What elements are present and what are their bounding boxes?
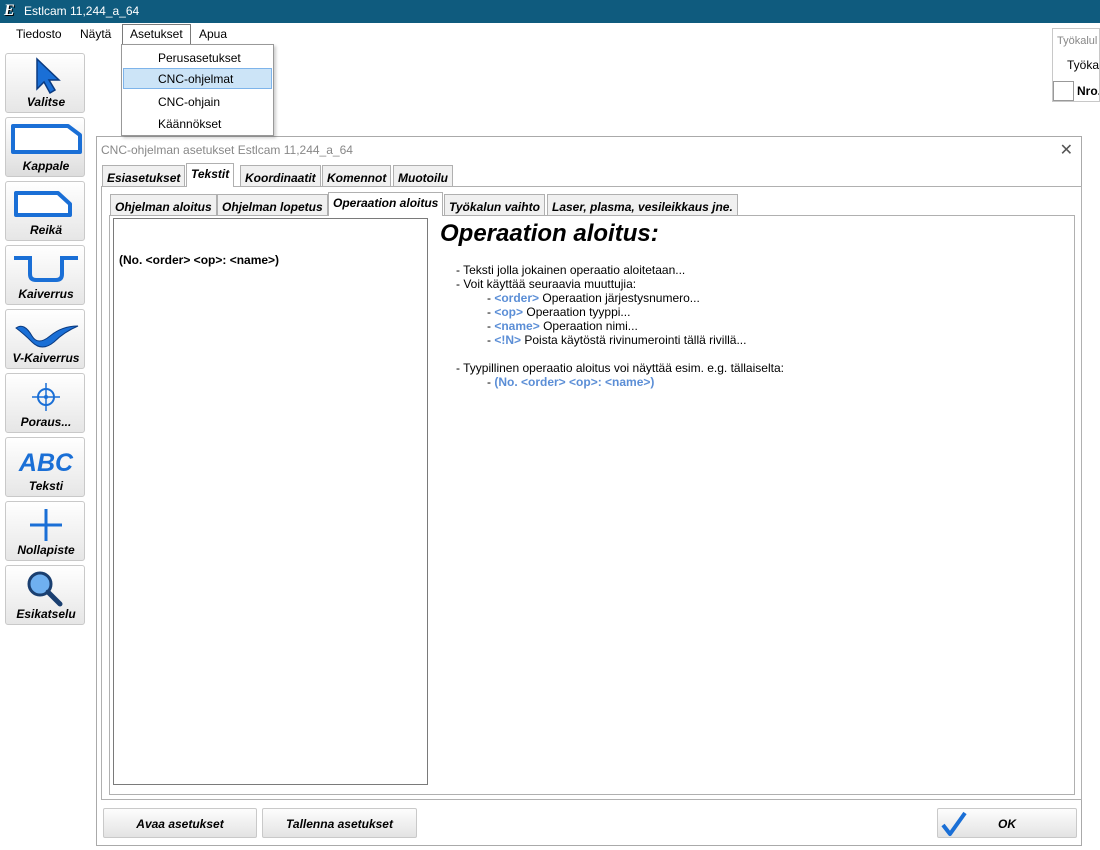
tool-list-panel: Työkalul Työkal Nro. — [1052, 28, 1100, 102]
tool-teksti-button[interactable]: ABC Teksti — [5, 437, 85, 497]
menu-tiedosto[interactable]: Tiedosto — [9, 25, 69, 44]
var-name: <!N> — [494, 333, 522, 347]
panel-title: Työkalul — [1057, 35, 1098, 47]
tool-nollapiste-button[interactable]: Nollapiste — [5, 501, 85, 561]
help-line: - Voit käyttää seuraavia muuttujia: — [456, 277, 637, 291]
magnifier-icon — [27, 571, 63, 607]
tab-muotoilu[interactable]: Muotoilu — [393, 165, 453, 187]
var-desc: Operaation nimi... — [543, 319, 638, 333]
tool-esikatselu-button[interactable]: Esikatselu — [5, 565, 85, 625]
example-text: (No. <order> <op>: <name>) — [494, 375, 655, 389]
help-example-row: - (No. <order> <op>: <name>) — [487, 375, 655, 389]
menu-item-cnc-ohjelmat[interactable]: CNC-ohjelmat — [123, 68, 272, 89]
asetukset-dropdown-menu: Perusasetukset CNC-ohjelmat CNC-ohjain K… — [121, 44, 274, 136]
var-name: <op> — [494, 305, 524, 319]
button-label: Avaa asetukset — [136, 817, 224, 831]
panel-tab[interactable]: Työkal — [1067, 58, 1099, 72]
var-desc: Operaation tyyppi... — [526, 305, 631, 319]
app-logo-icon: E — [4, 2, 15, 19]
tool-label: Esikatselu — [16, 607, 76, 621]
tool-kaiverrus-button[interactable]: Kaiverrus — [5, 245, 85, 305]
tool-label: Kaiverrus — [18, 287, 74, 301]
tab-tekstit[interactable]: Tekstit — [186, 163, 235, 187]
tab-komennot[interactable]: Komennot — [322, 165, 392, 187]
origin-plus-icon — [30, 509, 62, 541]
help-var-row: - <name> Operaation nimi... — [487, 319, 638, 333]
window-title: Estlcam 11,244_a_64 — [24, 4, 140, 18]
var-desc: Operaation järjestysnumero... — [542, 291, 700, 305]
svg-text:ABC: ABC — [18, 449, 74, 477]
menu-nayta[interactable]: Näytä — [73, 25, 118, 44]
var-name: <name> — [494, 319, 540, 333]
close-icon[interactable]: ✕ — [1060, 140, 1073, 160]
menu-item-cnc-ohjain[interactable]: CNC-ohjain — [123, 91, 272, 112]
var-desc: Poista käytöstä rivinumerointi tällä riv… — [524, 333, 747, 347]
drill-crosshair-icon — [32, 383, 60, 411]
tool-label: V-Kaiverrus — [12, 351, 80, 365]
help-var-row: - <!N> Poista käytöstä rivinumerointi tä… — [487, 333, 747, 347]
help-title: Operaation aloitus: — [440, 220, 659, 247]
part-outline-icon — [11, 124, 82, 154]
checkmark-icon — [941, 811, 967, 836]
menu-item-perusasetukset[interactable]: Perusasetukset — [123, 47, 272, 68]
subtab-ohjelman-lopetus[interactable]: Ohjelman lopetus — [217, 194, 328, 216]
subtab-tyokalun-vaihto[interactable]: Työkalun vaihto — [444, 194, 545, 216]
save-settings-button[interactable]: Tallenna asetukset — [262, 808, 417, 838]
menu-apua[interactable]: Apua — [192, 25, 234, 44]
subtab-ohjelman-aloitus[interactable]: Ohjelman aloitus — [110, 194, 217, 216]
help-line: - Tyypillinen operaatio aloitus voi näyt… — [456, 361, 784, 375]
tool-label: Nollapiste — [17, 543, 75, 557]
help-line: - Teksti jolla jokainen operaatio aloite… — [456, 263, 686, 277]
tool-valitse-button[interactable]: Valitse — [5, 53, 85, 113]
tab-esiasetukset[interactable]: Esiasetukset — [102, 165, 186, 187]
tool-label: Kappale — [22, 159, 70, 173]
menu-item-kaannokset[interactable]: Käännökset — [123, 113, 272, 134]
menu-bar: Tiedosto Näytä Asetukset Apua — [0, 23, 1100, 46]
tool-label: Teksti — [28, 479, 64, 493]
table-header-cell — [1053, 81, 1074, 101]
tool-label: Poraus... — [20, 415, 72, 429]
dialog-title: CNC-ohjelman asetukset Estlcam 11,244_a_… — [101, 143, 353, 157]
open-settings-button[interactable]: Avaa asetukset — [103, 808, 257, 838]
text-field-value: (No. <order> <op>: <name>) — [119, 253, 280, 267]
subtab-operaation-aloitus[interactable]: Operaation aloitus — [328, 192, 444, 216]
help-panel: Operaation aloitus: - Teksti jolla jokai… — [440, 220, 1060, 420]
operation-start-text-field[interactable]: (No. <order> <op>: <name>) — [113, 218, 428, 785]
tool-v-kaiverrus-button[interactable]: V-Kaiverrus — [5, 309, 85, 369]
engrave-icon — [14, 256, 78, 282]
var-name: <order> — [494, 291, 540, 305]
tool-poraus-button[interactable]: Poraus... — [5, 373, 85, 433]
tool-label: Reikä — [29, 223, 63, 237]
ok-button[interactable]: OK — [937, 808, 1077, 838]
v-carve-icon — [15, 325, 79, 348]
hole-outline-icon — [14, 191, 72, 217]
tool-label: Valitse — [26, 95, 66, 109]
tool-kappale-button[interactable]: Kappale — [5, 117, 85, 177]
help-var-row: - <order> Operaation järjestysnumero... — [487, 291, 700, 305]
menu-asetukset[interactable]: Asetukset — [122, 24, 191, 46]
title-bar: E Estlcam 11,244_a_64 — [0, 0, 1100, 23]
subtab-laser-plasma[interactable]: Laser, plasma, vesileikkaus jne. — [547, 194, 738, 216]
tool-reika-button[interactable]: Reikä — [5, 181, 85, 241]
abc-text-icon: ABC — [18, 449, 74, 477]
tab-koordinaatit[interactable]: Koordinaatit — [240, 165, 321, 187]
help-var-row: - <op> Operaation tyyppi... — [487, 305, 631, 319]
column-header-nro[interactable]: Nro. — [1077, 84, 1099, 98]
button-label: Tallenna asetukset — [286, 817, 393, 831]
cursor-arrow-icon — [36, 57, 61, 95]
